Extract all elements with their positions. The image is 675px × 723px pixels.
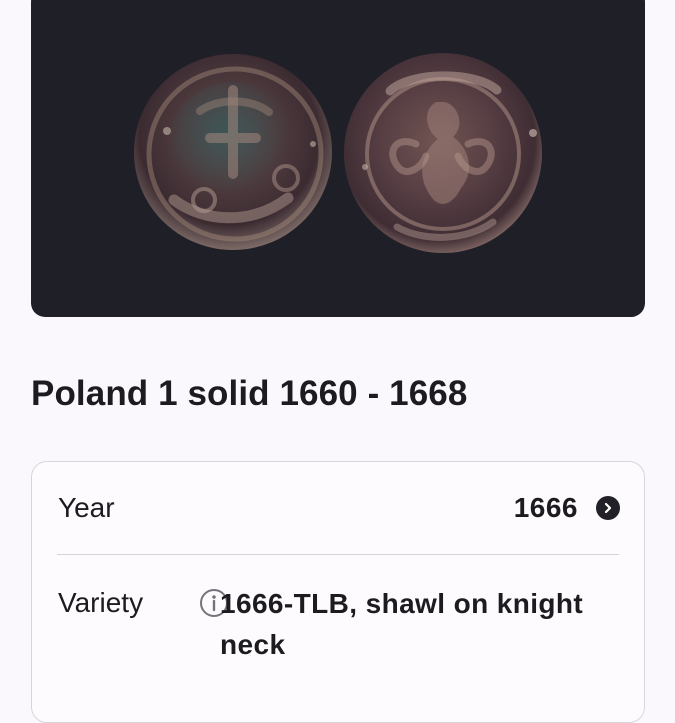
coin-title: Poland 1 solid 1660 - 1668: [31, 374, 468, 413]
coin-reverse-image[interactable]: [342, 51, 544, 255]
variety-label: Variety: [58, 587, 144, 618]
coin-obverse-image[interactable]: [132, 52, 334, 252]
year-value: 1666: [513, 492, 578, 523]
year-row[interactable]: Year 1666: [58, 490, 620, 526]
year-label: Year: [58, 492, 115, 523]
coin-details-card: Year 1666 Variety 1666-TLB, shawl on kni…: [31, 461, 645, 723]
coin-photo-panel[interactable]: [31, 0, 645, 317]
year-value-group[interactable]: 1666: [514, 492, 620, 524]
chevron-right-icon[interactable]: [596, 496, 620, 520]
variety-value: 1666-TLB, shawl on knight neck: [220, 588, 584, 660]
details-divider: [57, 554, 619, 555]
